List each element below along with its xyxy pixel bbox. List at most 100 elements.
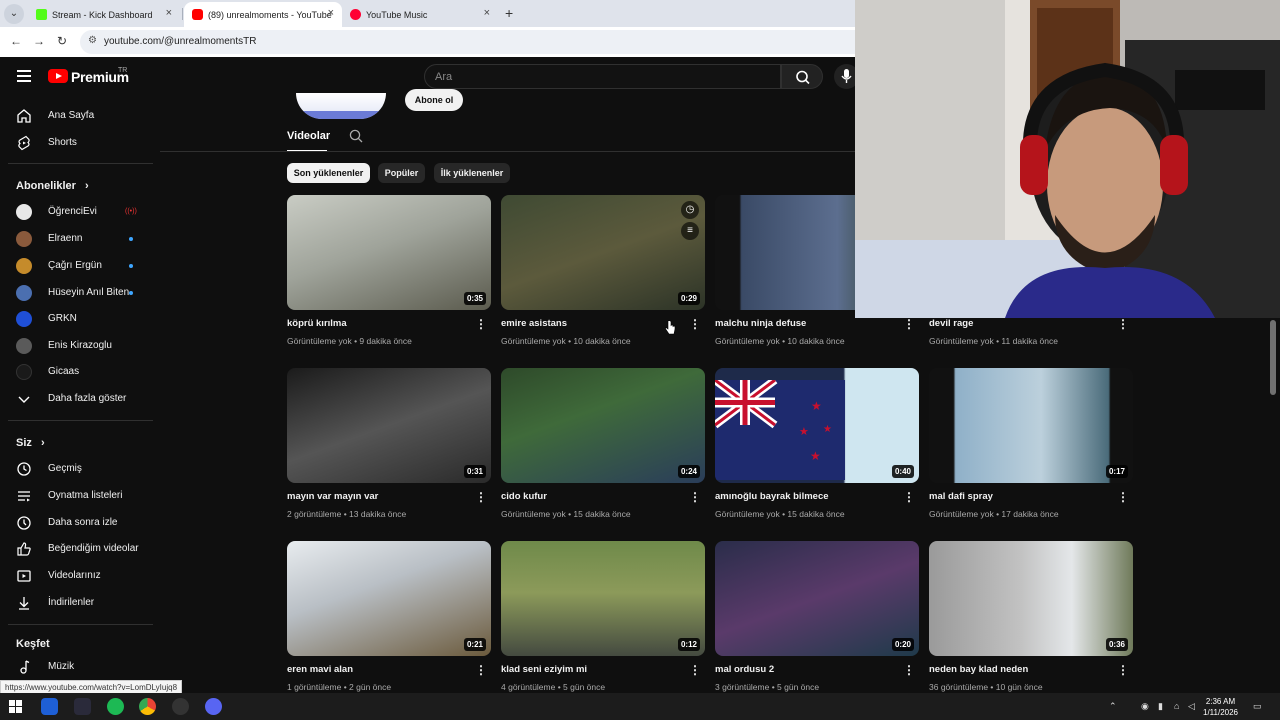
sidebar-item-watch-later[interactable]: Daha sonra izle — [0, 510, 158, 536]
tab-youtube-music[interactable]: YouTube Music × — [342, 2, 498, 27]
chip-oldest[interactable]: İlk yüklenenler — [434, 163, 510, 183]
tab-close-button[interactable]: × — [484, 7, 490, 19]
video-card[interactable]: 0:31 mayın var mayın var 2 görüntüleme •… — [287, 368, 491, 528]
video-thumbnail[interactable]: 0:35 — [287, 195, 491, 310]
app-icon[interactable] — [205, 698, 222, 715]
forward-arrow-icon[interactable]: → — [33, 34, 45, 48]
you-header[interactable]: Siz › — [16, 437, 45, 449]
sidebar-item-liked-videos[interactable]: Beğendiğim videolar — [0, 536, 158, 562]
page-scrollbar[interactable] — [1270, 320, 1276, 395]
app-icon[interactable] — [172, 698, 189, 715]
video-title[interactable]: cido kufur — [501, 491, 681, 502]
back-arrow-icon[interactable]: ← — [10, 34, 22, 48]
more-options-icon[interactable]: ⋮ — [1117, 663, 1129, 677]
more-options-icon[interactable]: ⋮ — [903, 317, 915, 331]
more-options-icon[interactable]: ⋮ — [903, 490, 915, 504]
add-to-queue-icon[interactable]: ≡ — [681, 222, 699, 240]
video-thumbnail[interactable]: 0:20 — [715, 541, 919, 656]
video-title[interactable]: mayın var mayın var — [287, 491, 467, 502]
subscriptions-header[interactable]: Abonelikler › — [16, 180, 89, 192]
video-title[interactable]: malchu ninja defuse — [715, 318, 895, 329]
volume-icon[interactable]: ◁ — [1188, 701, 1195, 712]
video-thumbnail[interactable]: ★ ★ ★ ★ 0:40 — [715, 368, 919, 483]
sidebar-item-shorts[interactable]: Shorts — [0, 130, 158, 156]
video-title[interactable]: mal dafi spray — [929, 491, 1109, 502]
more-options-icon[interactable]: ⋮ — [1117, 490, 1129, 504]
app-icon[interactable] — [41, 698, 58, 715]
more-options-icon[interactable]: ⋮ — [689, 317, 701, 331]
more-options-icon[interactable]: ⋮ — [1117, 317, 1129, 331]
sidebar-item-subscription[interactable]: ÖğrenciEvi ((•)) — [0, 199, 158, 225]
address-url[interactable]: youtube.com/@unrealmomentsTR — [104, 36, 256, 47]
notifications-icon[interactable]: ▭ — [1253, 701, 1262, 712]
chrome-icon[interactable] — [139, 698, 156, 715]
video-thumbnail[interactable]: 0:17 — [929, 368, 1133, 483]
search-input[interactable]: Ara — [424, 64, 781, 89]
windows-start-icon[interactable] — [9, 700, 22, 713]
channel-search-icon[interactable] — [348, 128, 364, 144]
video-card[interactable]: 0:21 eren mavi alan 1 görüntüleme • 2 gü… — [287, 541, 491, 701]
reload-icon[interactable]: ↻ — [57, 34, 67, 48]
sidebar-item-subscription[interactable]: Gicaas — [0, 359, 158, 385]
video-thumbnail[interactable]: 0:24 — [501, 368, 705, 483]
sidebar-item-subscription[interactable]: Enis Kirazoglu — [0, 333, 158, 359]
search-button[interactable] — [781, 64, 823, 89]
tab-search-button[interactable]: ⌄ — [4, 4, 24, 24]
usb-tray-icon[interactable]: ▮ — [1158, 701, 1163, 712]
steam-tray-icon[interactable]: ◉ — [1141, 701, 1149, 712]
site-info-icon[interactable]: ⚙ — [88, 35, 97, 46]
video-card[interactable]: 0:12 klad seni eziyim mi 4 görüntüleme •… — [501, 541, 705, 701]
video-card[interactable]: 0:17 mal dafi spray Görüntüleme yok • 17… — [929, 368, 1133, 528]
tab-close-button[interactable]: × — [166, 7, 172, 19]
sidebar-item-music[interactable]: Müzik — [0, 654, 158, 680]
more-options-icon[interactable]: ⋮ — [903, 663, 915, 677]
clock[interactable]: 2:36 AM 1/11/2026 — [1203, 696, 1238, 718]
video-title[interactable]: amınoğlu bayrak bilmece — [715, 491, 895, 502]
video-title[interactable]: emire asistans — [501, 318, 681, 329]
video-title[interactable]: mal ordusu 2 — [715, 664, 895, 675]
tab-youtube[interactable]: (89) unrealmoments - YouTube × — [184, 2, 342, 27]
wifi-icon[interactable]: ⌂ — [1174, 701, 1179, 711]
show-hidden-icons-icon[interactable]: ⌃ — [1109, 701, 1117, 712]
chip-popular[interactable]: Popüler — [378, 163, 425, 183]
youtube-logo-icon[interactable] — [48, 69, 68, 83]
video-card[interactable]: ★ ★ ★ ★ 0:40 amınoğlu bayrak bilmece Gör… — [715, 368, 919, 528]
tab-videos[interactable]: Videolar — [287, 130, 330, 142]
more-options-icon[interactable]: ⋮ — [475, 317, 487, 331]
app-icon[interactable] — [74, 698, 91, 715]
sidebar-item-show-more[interactable]: Daha fazla göster — [0, 386, 158, 412]
more-options-icon[interactable]: ⋮ — [475, 490, 487, 504]
video-card[interactable]: 0:20 mal ordusu 2 3 görüntüleme • 5 gün … — [715, 541, 919, 701]
more-options-icon[interactable]: ⋮ — [475, 663, 487, 677]
video-thumbnail[interactable]: 0:12 — [501, 541, 705, 656]
video-title[interactable]: eren mavi alan — [287, 664, 467, 675]
sidebar-item-subscription[interactable]: Hüseyin Anıl Biten — [0, 280, 158, 306]
new-tab-button[interactable]: + — [505, 5, 513, 21]
menu-icon[interactable] — [17, 70, 31, 82]
watch-later-icon[interactable]: ◷ — [681, 201, 699, 219]
tab-close-button[interactable]: × — [328, 7, 334, 19]
spotify-icon[interactable] — [107, 698, 124, 715]
channel-avatar[interactable] — [296, 93, 386, 119]
video-thumbnail[interactable]: 0:31 — [287, 368, 491, 483]
video-title[interactable]: köprü kırılma — [287, 318, 467, 329]
video-thumbnail[interactable]: 0:21 — [287, 541, 491, 656]
tab-kick-dashboard[interactable]: Stream - Kick Dashboard × — [28, 2, 180, 27]
sidebar-item-your-videos[interactable]: Videolarınız — [0, 563, 158, 589]
video-card[interactable]: 0:35 köprü kırılma Görüntüleme yok • 9 d… — [287, 195, 491, 355]
sidebar-item-subscription[interactable]: GRKN — [0, 306, 158, 332]
video-thumbnail[interactable]: ◷ ≡ 0:29 — [501, 195, 705, 310]
more-options-icon[interactable]: ⋮ — [689, 663, 701, 677]
video-card[interactable]: 0:24 cido kufur Görüntüleme yok • 15 dak… — [501, 368, 705, 528]
sidebar-item-playlists[interactable]: Oynatma listeleri — [0, 483, 158, 509]
chip-latest[interactable]: Son yüklenenler — [287, 163, 370, 183]
sidebar-item-home[interactable]: Ana Sayfa — [0, 103, 158, 129]
video-title[interactable]: devil rage — [929, 318, 1109, 329]
sidebar-item-downloads[interactable]: İndirilenler — [0, 590, 158, 616]
more-options-icon[interactable]: ⋮ — [689, 490, 701, 504]
sidebar-item-history[interactable]: Geçmiş — [0, 456, 158, 482]
sidebar-item-subscription[interactable]: Çağrı Ergün — [0, 253, 158, 279]
video-title[interactable]: klad seni eziyim mi — [501, 664, 681, 675]
video-card[interactable]: 0:36 neden bay klad neden 36 görüntüleme… — [929, 541, 1133, 701]
video-title[interactable]: neden bay klad neden — [929, 664, 1109, 675]
